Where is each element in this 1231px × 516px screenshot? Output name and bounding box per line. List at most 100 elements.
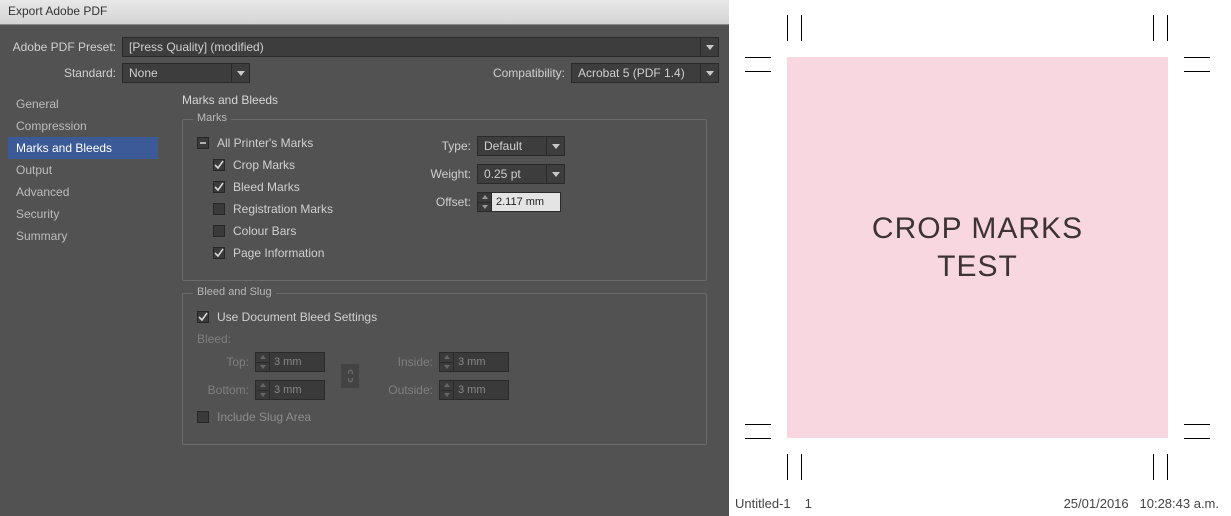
panel-title: Marks and Bleeds: [182, 93, 707, 107]
sidebar-item-marks-bleeds[interactable]: Marks and Bleeds: [8, 137, 158, 159]
bleed-outside-input: [453, 380, 509, 400]
marks-legend: Marks: [193, 112, 231, 124]
sidebar-item-compression[interactable]: Compression: [8, 115, 158, 137]
export-date: 25/01/2016: [1064, 496, 1129, 511]
bleed-slug-group: Bleed and Slug Use Document Bleed Settin…: [182, 293, 707, 445]
crop-mark: [1167, 15, 1168, 41]
page-content: CROP MARKS TEST: [787, 57, 1168, 438]
bleed-outside-stepper: [439, 380, 509, 400]
bleed-top-label: Top:: [197, 355, 255, 369]
export-time: 10:28:43 a.m.: [1140, 496, 1220, 511]
top-fields: Adobe PDF Preset: [Press Quality] (modif…: [0, 25, 729, 93]
bleed-top-input: [269, 352, 325, 372]
type-value: Default: [484, 139, 522, 153]
bleed-mark: [801, 454, 802, 480]
bleed-mark: [745, 71, 771, 72]
bleed-mark: [801, 15, 802, 41]
compat-value: Acrobat 5 (PDF 1.4): [578, 66, 685, 80]
compat-select[interactable]: Acrobat 5 (PDF 1.4): [571, 63, 719, 83]
type-label: Type:: [407, 139, 477, 153]
page-number: 1: [805, 496, 812, 511]
bleed-mark: [1184, 424, 1210, 425]
weight-label: Weight:: [407, 167, 477, 181]
offset-label: Offset:: [407, 195, 477, 209]
preset-value: [Press Quality] (modified): [129, 40, 264, 54]
offset-input[interactable]: [491, 192, 561, 212]
stepper-up-icon[interactable]: [478, 193, 491, 203]
type-select[interactable]: Default: [477, 136, 565, 156]
preset-label: Adobe PDF Preset:: [10, 40, 122, 54]
check-label: Colour Bars: [233, 224, 296, 238]
crop-mark: [1184, 438, 1210, 439]
page-information-checkbox[interactable]: Page Information: [213, 246, 407, 260]
marks-group: Marks All Printer's Marks Crop Marks: [182, 119, 707, 281]
pdf-preview: CROP MARKS TEST Untitled-1 1 25/01/2016 …: [729, 0, 1231, 516]
check-label: Crop Marks: [233, 158, 295, 172]
bleed-legend: Bleed and Slug: [193, 286, 276, 298]
standard-select[interactable]: None: [122, 63, 250, 83]
crop-marks-checkbox[interactable]: Crop Marks: [213, 158, 407, 172]
chevron-down-icon: [546, 137, 564, 155]
registration-marks-checkbox[interactable]: Registration Marks: [213, 202, 407, 216]
bleed-bottom-label: Bottom:: [197, 383, 255, 397]
bleed-marks-checkbox[interactable]: Bleed Marks: [213, 180, 407, 194]
chevron-down-icon: [231, 64, 249, 82]
check-label: Include Slug Area: [217, 410, 311, 424]
sidebar-item-general[interactable]: General: [8, 93, 158, 115]
link-icon: [341, 364, 359, 388]
chevron-down-icon: [546, 165, 564, 183]
stepper-down-icon: [440, 391, 453, 400]
use-document-bleed-checkbox[interactable]: Use Document Bleed Settings: [197, 310, 692, 324]
marks-bleeds-panel: Marks and Bleeds Marks All Printer's Mar…: [158, 93, 721, 467]
stepper-up-icon: [256, 381, 269, 391]
doc-name: Untitled-1: [735, 496, 791, 511]
include-slug-checkbox[interactable]: Include Slug Area: [197, 410, 692, 424]
sample-line1: CROP MARKS: [872, 210, 1083, 248]
preset-select[interactable]: [Press Quality] (modified): [122, 37, 719, 57]
all-printers-marks-checkbox[interactable]: All Printer's Marks: [197, 136, 407, 150]
check-label: Use Document Bleed Settings: [217, 310, 377, 324]
bleed-inside-label: Inside:: [375, 355, 439, 369]
weight-value: 0.25 pt: [484, 167, 521, 181]
check-label: Page Information: [233, 246, 324, 260]
chevron-down-icon: [700, 64, 718, 82]
stepper-up-icon: [440, 353, 453, 363]
bleed-bottom-input: [269, 380, 325, 400]
sidebar-item-security[interactable]: Security: [8, 203, 158, 225]
sample-text: CROP MARKS TEST: [872, 210, 1083, 285]
sidebar-item-summary[interactable]: Summary: [8, 225, 158, 247]
dialog-body: General Compression Marks and Bleeds Out…: [0, 93, 729, 467]
crop-mark: [1184, 57, 1210, 58]
stepper-down-icon: [256, 363, 269, 372]
sidebar-item-label: Advanced: [16, 185, 69, 199]
stepper-up-icon: [440, 381, 453, 391]
bleed-bottom-stepper: [255, 380, 325, 400]
weight-select[interactable]: 0.25 pt: [477, 164, 565, 184]
sidebar-item-advanced[interactable]: Advanced: [8, 181, 158, 203]
stepper-up-icon: [256, 353, 269, 363]
bleed-inside-input: [453, 352, 509, 372]
titlebar: Export Adobe PDF: [0, 0, 729, 25]
sidebar-item-label: Security: [16, 207, 59, 221]
bleed-mark: [745, 424, 771, 425]
crop-mark: [787, 454, 788, 480]
bleed-mark: [1153, 454, 1154, 480]
export-pdf-dialog: Export Adobe PDF Adobe PDF Preset: [Pres…: [0, 0, 729, 516]
page-area: CROP MARKS TEST: [787, 57, 1168, 438]
bleed-outside-label: Outside:: [375, 383, 439, 397]
colour-bars-checkbox[interactable]: Colour Bars: [213, 224, 407, 238]
stepper-down-icon[interactable]: [478, 203, 491, 212]
offset-stepper[interactable]: [477, 192, 561, 212]
crop-mark: [787, 15, 788, 41]
sidebar-item-label: Marks and Bleeds: [16, 141, 112, 155]
compat-label: Compatibility:: [493, 66, 571, 80]
page-information: Untitled-1 1 25/01/2016 10:28:43 a.m.: [729, 496, 1231, 511]
crop-mark: [745, 57, 771, 58]
standard-label: Standard:: [10, 66, 122, 80]
bleed-top-stepper: [255, 352, 325, 372]
stepper-down-icon: [440, 363, 453, 372]
sidebar-item-output[interactable]: Output: [8, 159, 158, 181]
chevron-down-icon: [700, 38, 718, 56]
check-label: All Printer's Marks: [217, 136, 313, 150]
sidebar: General Compression Marks and Bleeds Out…: [8, 93, 158, 467]
